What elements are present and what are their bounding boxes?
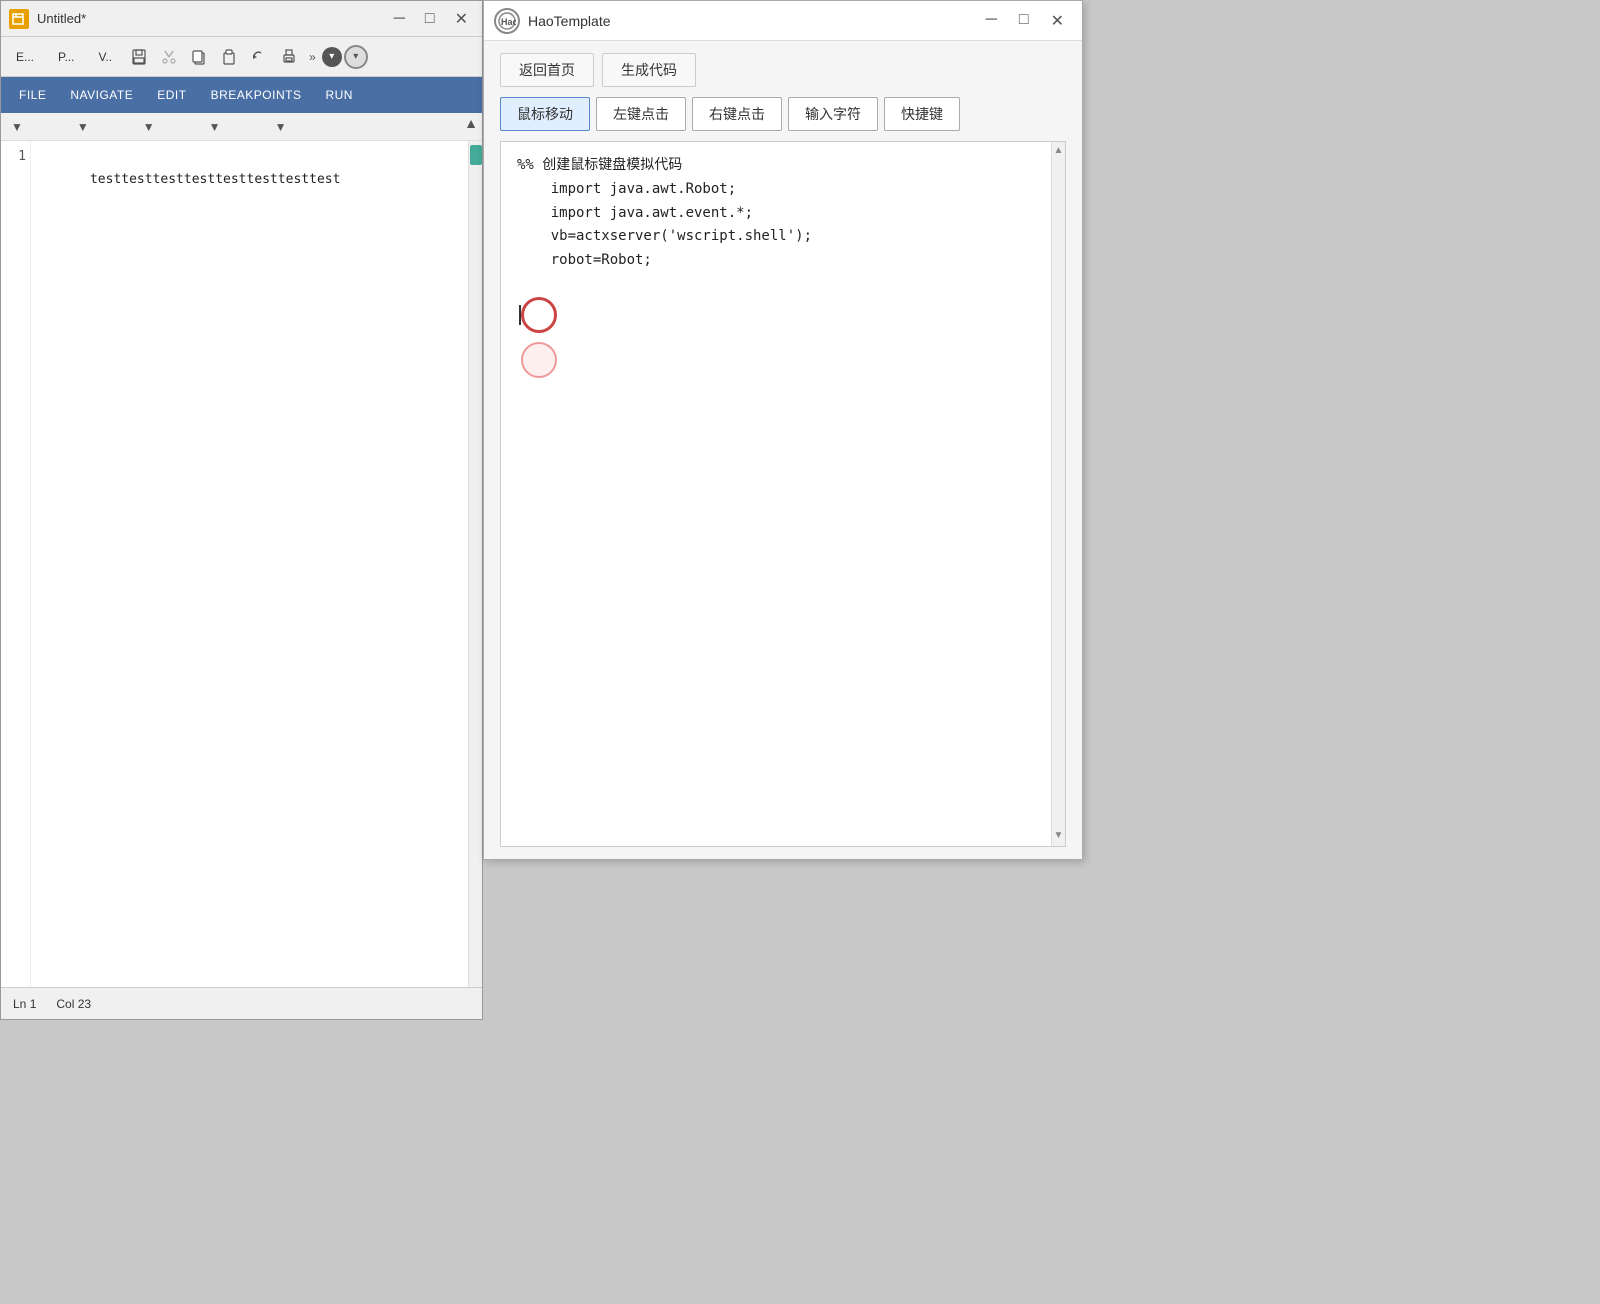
status-ln-label: Ln 1	[13, 997, 36, 1011]
toolbar-save-btn[interactable]	[125, 43, 153, 71]
toolbar-tab-v[interactable]: V..	[87, 45, 123, 69]
code-line1: import java.awt.Robot;	[517, 181, 736, 197]
scroll-down-arrow[interactable]: ▼	[1051, 827, 1066, 844]
circle-light	[521, 342, 557, 378]
hao-nav-buttons: 鼠标移动 左键点击 右键点击 输入字符 快捷键	[500, 97, 1066, 131]
line-numbers: 1	[1, 141, 31, 987]
hao-title: HaoTemplate	[528, 13, 970, 29]
circle-light-indicator	[521, 342, 557, 383]
code-line4: robot=Robot;	[517, 252, 652, 268]
code-editor[interactable]: testtesttesttesttesttesttesttest	[31, 141, 468, 987]
code-line3: vb=actxserver('wscript.shell');	[517, 228, 812, 244]
arrow-edit[interactable]: ▼	[143, 120, 155, 134]
toolbar-cut-btn[interactable]	[155, 43, 183, 71]
code-line2: import java.awt.event.*;	[517, 205, 753, 221]
status-col-label: Col 23	[56, 997, 91, 1011]
editor-window: Untitled* ─ □ ✕ E... P... V.. » ▾	[0, 0, 483, 1020]
menu-navigate[interactable]: NAVIGATE	[60, 84, 143, 106]
line-number-1: 1	[5, 149, 26, 164]
code-comment: %% 创建鼠标键盘模拟代码	[517, 157, 682, 173]
toolbar-undo-btn[interactable]	[245, 43, 273, 71]
nav-input-char[interactable]: 输入字符	[788, 97, 878, 131]
hao-code-area: %% 创建鼠标键盘模拟代码 import java.awt.Robot; imp…	[500, 141, 1066, 847]
toolbar-tab-p[interactable]: P...	[47, 45, 85, 69]
editor-close-btn[interactable]: ✕	[449, 7, 474, 31]
editor-scrollbar[interactable]	[468, 141, 482, 987]
toolbar-print-btn[interactable]	[275, 43, 303, 71]
editor-app-icon	[9, 9, 29, 29]
cursor-line	[517, 297, 1049, 337]
code-line-1: testtesttesttesttesttesttesttest	[90, 172, 340, 187]
toolbar-paste-btn[interactable]	[215, 43, 243, 71]
circle-solid-indicator	[521, 297, 557, 333]
back-home-btn[interactable]: 返回首页	[500, 53, 594, 87]
editor-toolbar: E... P... V.. » ▾ ▾	[1, 37, 482, 77]
editor-maximize-btn[interactable]: □	[419, 8, 441, 30]
hao-minimize-btn[interactable]: ─	[978, 9, 1005, 33]
status-bar: Ln 1 Col 23	[1, 987, 482, 1019]
nav-right-click[interactable]: 右键点击	[692, 97, 782, 131]
menu-bar: FILE NAVIGATE EDIT BREAKPOINTS RUN	[1, 77, 482, 113]
arrows-row: ▼ ▼ ▼ ▼ ▼ ▲	[1, 113, 482, 141]
arrow-breakpoints[interactable]: ▼	[209, 120, 221, 134]
toolbar-options-btn[interactable]: ▾	[322, 47, 342, 67]
generate-code-btn[interactable]: 生成代码	[602, 53, 696, 87]
menu-run[interactable]: RUN	[315, 84, 363, 106]
arrow-navigate[interactable]: ▼	[77, 120, 89, 134]
hao-window-controls: ─ □ ✕	[978, 9, 1072, 33]
nav-mouse-move[interactable]: 鼠标移动	[500, 97, 590, 131]
hao-maximize-btn[interactable]: □	[1011, 9, 1037, 33]
editor-window-controls: ─ □ ✕	[388, 7, 474, 31]
editor-content: 1 testtesttesttesttesttesttesttest	[1, 141, 482, 987]
hao-code-content[interactable]: %% 创建鼠标键盘模拟代码 import java.awt.Robot; imp…	[501, 142, 1065, 846]
svg-text:Hao: Hao	[501, 17, 516, 27]
hao-titlebar: Hao HaoTemplate ─ □ ✕	[484, 1, 1082, 41]
toolbar-extra-btn[interactable]: ▾	[344, 45, 368, 69]
arrow-run[interactable]: ▼	[275, 120, 287, 134]
hao-window: Hao HaoTemplate ─ □ ✕ 返回首页 生成代码 鼠标移动 左键点…	[483, 0, 1083, 860]
editor-minimize-btn[interactable]: ─	[388, 8, 411, 30]
menu-file[interactable]: FILE	[9, 84, 56, 106]
editor-title: Untitled*	[37, 11, 380, 26]
nav-shortcut[interactable]: 快捷键	[884, 97, 960, 131]
menu-breakpoints[interactable]: BREAKPOINTS	[201, 84, 312, 106]
circle-indicators	[519, 297, 557, 333]
editor-titlebar: Untitled* ─ □ ✕	[1, 1, 482, 37]
nav-left-click[interactable]: 左键点击	[596, 97, 686, 131]
hao-logo-icon: Hao	[494, 8, 520, 34]
scroll-thumb	[470, 145, 482, 165]
arrow-file[interactable]: ▼	[11, 120, 23, 134]
toolbar-copy-btn[interactable]	[185, 43, 213, 71]
hao-close-btn[interactable]: ✕	[1043, 9, 1072, 33]
scroll-up-arrow[interactable]: ▲	[1051, 142, 1066, 159]
hao-scrollbar[interactable]: ▲ ▼	[1051, 142, 1065, 846]
toolbar-more-btn[interactable]: »	[305, 48, 320, 66]
hao-content: 返回首页 生成代码 鼠标移动 左键点击 右键点击 输入字符 快捷键 %% 创建鼠…	[484, 41, 1082, 859]
menu-edit[interactable]: EDIT	[147, 84, 196, 106]
toolbar-tab-e[interactable]: E...	[5, 45, 45, 69]
hao-top-buttons: 返回首页 生成代码	[500, 53, 1066, 87]
scroll-up-btn[interactable]: ▲	[464, 115, 478, 131]
